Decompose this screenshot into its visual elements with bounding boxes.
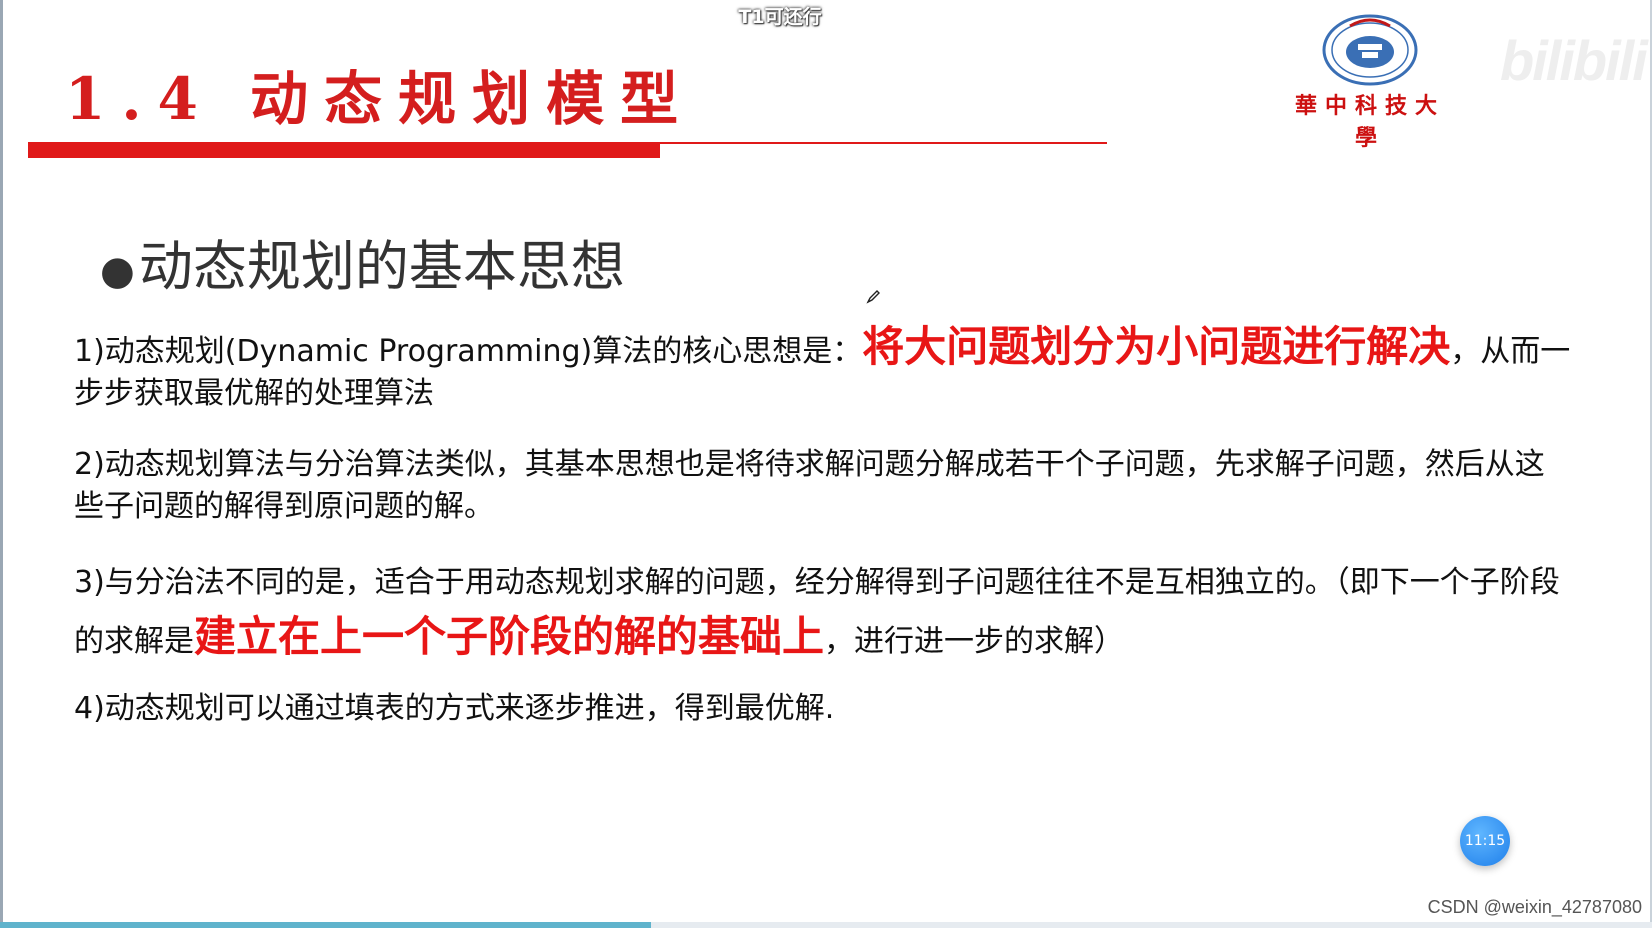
paragraph-3-highlight: 建立在上一个子阶段的解的基础上: [194, 612, 825, 661]
bullet-icon: ●: [100, 248, 135, 294]
title-rule-thick: [28, 144, 660, 158]
slide-title: 1.4 动态规划模型: [65, 65, 695, 133]
paragraph-4-text: 4)动态规划可以通过填表的方式来逐步推进，得到最优解.: [74, 691, 835, 726]
frame-border-left: [0, 0, 3, 928]
paragraph-1: 1)动态规划(Dynamic Programming)算法的核心思想是：将大问题…: [74, 326, 1574, 415]
paragraph-1-prefix: 1)动态规划(Dynamic Programming)算法的核心思想是：: [74, 334, 863, 369]
university-logo-text: 華中科技大學: [1294, 93, 1445, 151]
paragraph-3-suffix: ，进行进一步的求解）: [824, 624, 1125, 659]
pen-cursor-icon: [866, 290, 880, 304]
paragraph-2: 2)动态规划算法与分治算法类似，其基本思想也是将待求解问题分解成若干个子问题，先…: [74, 444, 1574, 528]
csdn-watermark: CSDN @weixin_42787080: [1427, 897, 1642, 917]
timer-badge[interactable]: 11:15: [1460, 816, 1510, 866]
bilibili-watermark: bilibili: [1500, 29, 1648, 92]
video-progress-fill: [0, 922, 651, 928]
section-heading-text: 动态规划的基本思想: [138, 235, 625, 298]
video-progress-bar[interactable]: [0, 922, 1652, 928]
section-heading: ●动态规划的基本思想: [100, 222, 625, 301]
paragraph-4: 4)动态规划可以通过填表的方式来逐步推进，得到最优解.: [74, 688, 1574, 730]
paragraph-1-highlight: 将大问题划分为小问题进行解决: [862, 322, 1451, 371]
paragraph-2-text: 2)动态规划算法与分治算法类似，其基本思想也是将待求解问题分解成若干个子问题，先…: [74, 447, 1545, 524]
paragraph-3: 3)与分治法不同的是，适合于用动态规划求解的问题，经分解得到子问题往往不是互相独…: [74, 556, 1574, 669]
